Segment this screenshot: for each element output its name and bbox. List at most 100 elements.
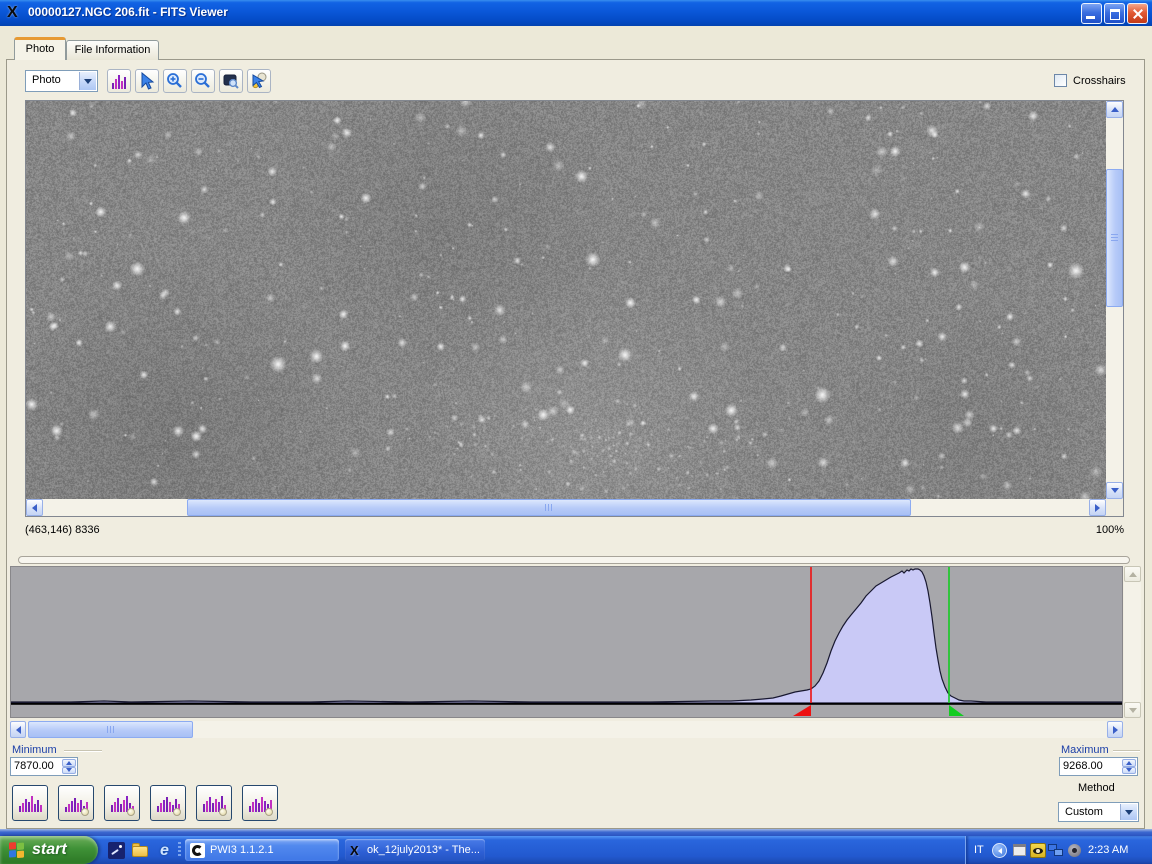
histogram-scroll-left-button[interactable]: [10, 721, 26, 738]
scroll-up-icon: [1111, 107, 1119, 112]
app-x-icon: X: [7, 4, 24, 21]
photo-scroll-left-button[interactable]: [26, 499, 43, 516]
sparkle-badge-icon: [219, 808, 227, 816]
histogram-icon: [112, 74, 126, 89]
task-button-pwi3[interactable]: PWI3 1.1.2.1: [185, 839, 339, 861]
minimum-spin-up-button[interactable]: [62, 759, 76, 767]
restore-button[interactable]: [1104, 3, 1125, 24]
restore-icon: [1110, 9, 1120, 20]
histogram-plot[interactable]: [11, 567, 1122, 717]
spin-down-icon: [66, 768, 72, 772]
planetarium-quicklaunch-icon[interactable]: [108, 842, 125, 859]
photo-scroll-up-button[interactable]: [1106, 101, 1123, 118]
eye-tray-icon[interactable]: [1030, 843, 1046, 858]
scrollbar-corner: [1106, 499, 1123, 516]
tab-photo[interactable]: Photo: [14, 37, 66, 60]
close-button[interactable]: [1127, 3, 1148, 24]
minimize-button[interactable]: [1081, 3, 1102, 24]
scroll-left-icon: [32, 504, 37, 512]
histogram-button[interactable]: [107, 69, 131, 93]
quicklaunch-divider: [178, 842, 181, 858]
system-tray: IT 2:23 AM: [965, 836, 1152, 864]
mode-select-value: Photo: [32, 74, 61, 86]
histogram-preset-row: [12, 785, 278, 821]
histogram-preset-4-button[interactable]: [150, 785, 186, 821]
zoom-out-button[interactable]: [191, 69, 215, 93]
start-label: start: [32, 841, 67, 859]
clock[interactable]: 2:23 AM: [1088, 844, 1128, 856]
histogram-preset-2-button[interactable]: [58, 785, 94, 821]
method-select-arrow[interactable]: [1120, 804, 1137, 820]
zoom-in-button[interactable]: [163, 69, 187, 93]
photo-vscroll-thumb[interactable]: [1106, 169, 1123, 307]
histogram-scroll-up-button[interactable]: [1124, 566, 1141, 582]
photo-scroll-right-button[interactable]: [1089, 499, 1106, 516]
splitter-handle[interactable]: [18, 556, 1130, 564]
method-select-value: Custom: [1065, 806, 1103, 818]
tray-collapse-button[interactable]: [992, 843, 1007, 858]
scroll-right-icon: [1095, 504, 1100, 512]
scroll-up-icon: [1129, 572, 1137, 577]
minimum-label: Minimum: [12, 744, 57, 756]
fits-viewer-window: X 00000127.NGC 206.fit - FITS Viewer Pho…: [0, 0, 1152, 864]
histogram-hscroll-track[interactable]: [10, 721, 1123, 738]
zoom-out-icon: [194, 72, 212, 90]
sparkle-badge-icon: [81, 808, 89, 816]
identify-tool-button[interactable]: [247, 69, 271, 93]
task-button-thesky[interactable]: X ok_12july2013* - The...: [345, 839, 485, 861]
histogram-preset-1-button[interactable]: [12, 785, 48, 821]
spin-up-icon: [1126, 761, 1132, 765]
spin-down-icon: [1126, 768, 1132, 772]
network-tray-icon[interactable]: [1048, 843, 1064, 858]
maximum-input[interactable]: [1063, 759, 1107, 773]
minimum-spinbox: [10, 757, 78, 776]
photo-scroll-down-button[interactable]: [1106, 482, 1123, 499]
window-tray-icon[interactable]: [1012, 843, 1028, 858]
histogram-preset-5-button[interactable]: [196, 785, 232, 821]
histogram-hscroll-thumb[interactable]: [28, 721, 193, 738]
select-tool-button[interactable]: [135, 69, 159, 93]
minimize-icon: [1086, 16, 1095, 19]
histogram-preset-3-button[interactable]: [104, 785, 140, 821]
histogram-vscroll-track[interactable]: [1124, 566, 1141, 718]
minimum-spin-down-button[interactable]: [62, 767, 76, 775]
method-select[interactable]: Custom: [1058, 802, 1139, 822]
scroll-left-icon: [16, 726, 21, 734]
scroll-right-icon: [1113, 726, 1118, 734]
chevron-down-icon: [84, 79, 92, 84]
crosshairs-label: Crosshairs: [1073, 75, 1126, 87]
folder-icon[interactable]: [132, 842, 149, 859]
title-bar[interactable]: X 00000127.NGC 206.fit - FITS Viewer: [0, 0, 1152, 26]
task-label: ok_12july2013* - The...: [367, 844, 480, 856]
identify-cursor-icon: [250, 72, 268, 90]
maximum-spinbox: [1059, 757, 1138, 776]
crosshairs-checkbox[interactable]: [1054, 74, 1067, 87]
histogram-preset-6-button[interactable]: [242, 785, 278, 821]
window-title: 00000127.NGC 206.fit - FITS Viewer: [28, 5, 228, 19]
zoom-window-button[interactable]: [219, 69, 243, 93]
histogram-scroll-right-button[interactable]: [1107, 721, 1123, 738]
histogram-scroll-down-button[interactable]: [1124, 702, 1141, 718]
language-indicator[interactable]: IT: [974, 844, 984, 856]
task-label: PWI3 1.1.2.1: [210, 844, 274, 856]
zoom-level-readout: 100%: [1070, 524, 1124, 536]
webcam-tray-icon[interactable]: [1067, 843, 1083, 858]
cursor-arrow-icon: [138, 72, 156, 90]
mode-select[interactable]: Photo: [25, 70, 98, 92]
cursor-coords-readout: (463,146) 8336: [25, 524, 100, 536]
minimum-input[interactable]: [14, 759, 58, 773]
photo-canvas[interactable]: [26, 101, 1106, 499]
photo-hscroll-thumb[interactable]: [187, 499, 911, 516]
taskbar: start e PWI3 1.1.2.1 X ok_12july2013* - …: [0, 836, 1152, 864]
histogram-panel[interactable]: [10, 566, 1123, 718]
spin-up-icon: [66, 761, 72, 765]
start-button[interactable]: start: [0, 836, 98, 864]
maximum-spin-down-button[interactable]: [1122, 767, 1136, 775]
internet-explorer-icon[interactable]: e: [156, 842, 173, 859]
tab-file-information[interactable]: File Information: [66, 40, 159, 60]
maximum-spin-up-button[interactable]: [1122, 759, 1136, 767]
mode-select-arrow[interactable]: [79, 72, 96, 90]
zoom-window-icon: [222, 72, 240, 90]
sparkle-badge-icon: [265, 808, 273, 816]
pwi3-icon: [190, 843, 205, 858]
